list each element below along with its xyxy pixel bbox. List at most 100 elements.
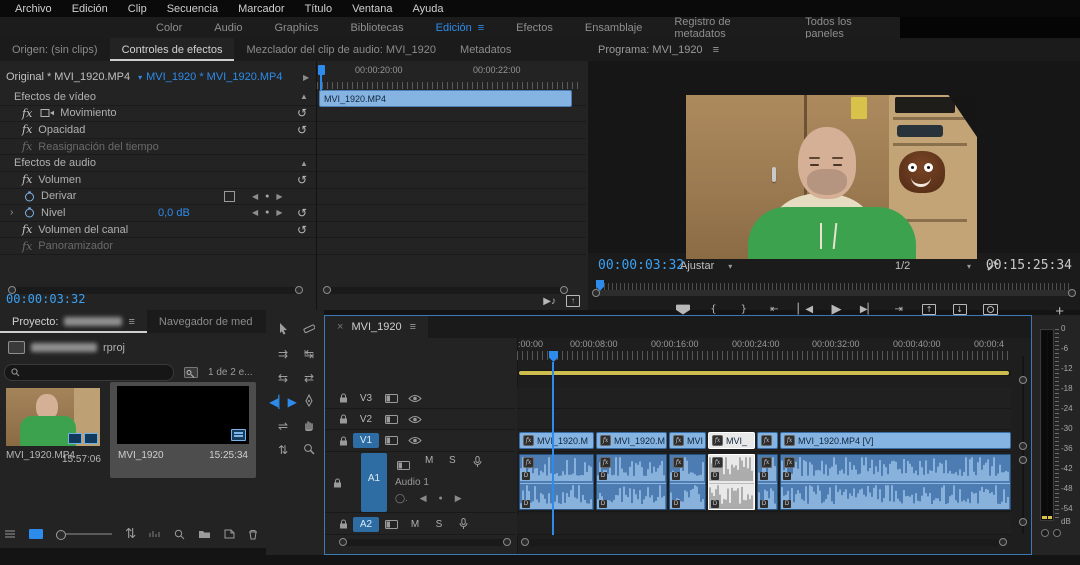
source-patch-icon[interactable]	[385, 436, 398, 445]
panel-tab[interactable]: Origen: (sin clips) ≡	[0, 38, 110, 61]
track-select-forward-tool[interactable]: ⇉	[278, 347, 288, 361]
track-target-a1[interactable]: A1	[361, 453, 387, 512]
sequence-thumbnail[interactable]	[117, 386, 249, 444]
scroll-handle[interactable]	[1068, 289, 1076, 297]
rolling-edit-tool[interactable]: ⇆	[278, 371, 288, 385]
hamburger-icon[interactable]: ≡	[478, 22, 484, 34]
prev-keyframe-icon[interactable]: ◀	[252, 208, 258, 217]
sequence-tab[interactable]: × MVI_1920 ≡	[325, 316, 428, 338]
panel-tab[interactable]: Metadatos ≡	[448, 38, 523, 61]
search-input[interactable]	[24, 366, 148, 379]
workspace-tab[interactable]: Todos los paneles ≡	[789, 17, 900, 38]
new-bin-button[interactable]	[198, 529, 211, 539]
track-lane-v1[interactable]: fx MVI_1920.M fx MVI_1920.M fx MVI fx MV…	[517, 430, 1011, 452]
next-keyframe-icon[interactable]: ▶	[276, 192, 282, 201]
scroll-handle[interactable]	[1019, 376, 1027, 384]
scrubber-track[interactable]	[592, 290, 1076, 296]
hamburger-icon[interactable]: ≡	[713, 44, 719, 56]
go-to-in-button[interactable]: ⇤	[767, 302, 781, 316]
mark-out-button[interactable]: }	[737, 302, 751, 316]
workspace-tab[interactable]: Graphics ≡	[258, 17, 334, 38]
track-lane-v3[interactable]	[517, 388, 1011, 409]
project-search-box[interactable]	[4, 364, 174, 381]
delete-button[interactable]	[248, 529, 258, 540]
track-target-a2[interactable]: A2	[353, 517, 379, 532]
clip-thumbnail[interactable]	[6, 388, 100, 446]
step-forward-button[interactable]: ▶▏	[860, 302, 875, 316]
effect-clip-bar[interactable]: MVI_1920.MP4	[319, 90, 572, 107]
hamburger-icon[interactable]: ≡	[410, 321, 416, 333]
audio-clip[interactable]: fx D D	[669, 454, 706, 510]
track-header-v2[interactable]: V2	[325, 409, 515, 430]
track-target-v3[interactable]: V3	[353, 391, 379, 406]
go-to-out-button[interactable]: ⇥	[892, 302, 906, 316]
workspace-tab[interactable]: Edición ≡	[420, 17, 501, 38]
scroll-handle[interactable]	[560, 286, 568, 294]
keyframe-toggle-icon[interactable]: ◯.	[395, 493, 408, 504]
menu-item[interactable]: Edición	[63, 3, 117, 15]
extract-button[interactable]: ↓	[953, 304, 967, 315]
track-header-v3[interactable]: V3	[325, 388, 515, 409]
scroll-handle[interactable]	[339, 538, 347, 546]
add-marker-button[interactable]	[676, 304, 690, 315]
play-button[interactable]: ▶	[830, 302, 844, 316]
project-file-row[interactable]: rproj	[8, 341, 125, 354]
audio-clip[interactable]: fx D D	[596, 454, 667, 510]
menu-item[interactable]: Secuencia	[158, 3, 227, 15]
video-clip[interactable]: fx MVI_1920.M	[596, 432, 667, 449]
track-header-v1[interactable]: V1	[325, 430, 515, 452]
media-browser-tab[interactable]: Navegador de med	[147, 310, 265, 333]
video-clip[interactable]: fx MVI_	[708, 432, 755, 449]
new-item-button[interactable]	[224, 529, 235, 539]
source-patch-icon[interactable]	[385, 415, 398, 424]
project-tab[interactable]: Proyecto: ≡	[0, 310, 147, 333]
clip-selector-dropdown[interactable]: ▾ MVI_1920 * MVI_1920.MP4	[138, 71, 282, 83]
scroll-handle[interactable]	[592, 289, 600, 297]
track-lane-a2[interactable]	[517, 514, 1011, 535]
track-target-v1[interactable]: V1	[353, 433, 379, 448]
panel-tab[interactable]: Mezclador del clip de audio: MVI_1920 ≡	[234, 38, 448, 61]
lock-icon[interactable]	[339, 436, 348, 446]
lock-icon[interactable]	[339, 519, 348, 529]
collapse-icon[interactable]: ▲	[300, 159, 308, 168]
menu-item[interactable]: Clip	[119, 3, 156, 15]
effect-timecode[interactable]: 00:00:03:32	[6, 292, 85, 306]
project-item-sequence[interactable]: MVI_1920 15:25:34	[110, 382, 256, 478]
zoom-tool[interactable]	[303, 443, 315, 458]
expander-icon[interactable]: ›	[10, 207, 13, 218]
mute-button[interactable]: M	[403, 519, 427, 530]
next-keyframe-icon[interactable]: ▶	[276, 208, 282, 217]
workspace-tab[interactable]: Color ≡	[140, 17, 198, 38]
step-back-button[interactable]: ▏◀	[798, 302, 813, 316]
export-frame-button[interactable]	[983, 304, 998, 315]
menu-item[interactable]: Título	[296, 3, 342, 15]
slip-tool[interactable]: ⇄	[304, 371, 314, 385]
track-target-v2[interactable]: V2	[353, 412, 379, 427]
scroll-handle[interactable]	[999, 538, 1007, 546]
workspace-tab[interactable]: Audio ≡	[198, 17, 258, 38]
close-sequence-icon[interactable]: ×	[337, 321, 343, 333]
effect-mini-ruler[interactable]: 00:00:20:0000:00:22:00	[317, 65, 582, 89]
razor-center-tool[interactable]: ◀▏▶	[269, 395, 297, 409]
effect-hscrollbar[interactable]	[8, 287, 303, 294]
audio-clip[interactable]: fx D D	[519, 454, 594, 510]
scroll-handle[interactable]	[1019, 456, 1027, 464]
mic-icon[interactable]	[459, 518, 468, 530]
reset-icon[interactable]: ↺	[297, 108, 307, 118]
mic-icon[interactable]	[473, 456, 482, 468]
export-icon[interactable]: ↑	[566, 295, 580, 307]
scroll-handle[interactable]	[521, 538, 529, 546]
add-keyframe-icon[interactable]: ●	[265, 209, 269, 216]
list-view-button[interactable]	[4, 529, 16, 539]
rate-stretch-tool[interactable]: ⇅	[278, 443, 288, 457]
track-lane-a1[interactable]: fx D D fx D D fx	[517, 453, 1011, 512]
lock-icon[interactable]	[339, 393, 348, 403]
source-patch-icon[interactable]	[385, 394, 398, 403]
prev-keyframe-icon[interactable]: ◀	[252, 192, 258, 201]
stopwatch-icon[interactable]	[24, 207, 35, 218]
icon-view-button[interactable]	[29, 529, 43, 539]
video-clip[interactable]: fx MVI_1920.M	[519, 432, 594, 449]
panel-tab[interactable]: Controles de efectos ≡	[110, 38, 235, 61]
stopwatch-icon[interactable]	[24, 191, 35, 202]
hand-tool[interactable]	[303, 419, 315, 434]
